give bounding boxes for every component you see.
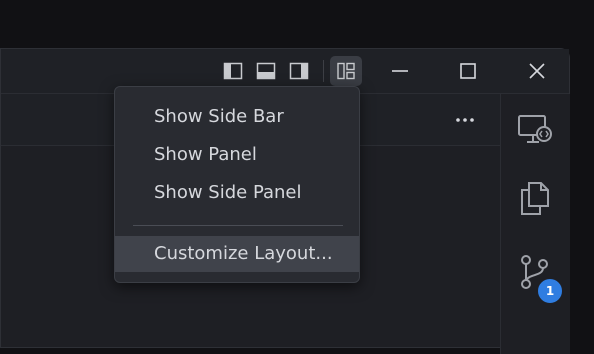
toggle-primary-sidebar-icon[interactable] — [222, 60, 244, 82]
title-bar-separator — [323, 60, 324, 82]
customize-layout-icon[interactable] — [330, 56, 362, 86]
customize-layout-menu: Show Side Bar Show Panel Show Side Panel… — [114, 86, 360, 283]
remote-explorer-icon[interactable] — [517, 112, 553, 148]
more-actions-icon[interactable] — [454, 112, 476, 128]
explorer-files-icon[interactable] — [517, 180, 553, 216]
activity-bar: 1 — [500, 94, 570, 354]
close-icon[interactable] — [527, 61, 547, 81]
source-control-badge: 1 — [536, 277, 564, 305]
menu-item-show-side-panel[interactable]: Show Side Panel — [115, 175, 359, 211]
menu-item-show-side-bar[interactable]: Show Side Bar — [115, 99, 359, 135]
minimize-icon[interactable] — [390, 61, 410, 81]
menu-item-show-panel[interactable]: Show Panel — [115, 137, 359, 173]
maximize-icon[interactable] — [458, 61, 478, 81]
menu-item-customize-layout[interactable]: Customize Layout... — [115, 236, 359, 272]
menu-separator — [133, 225, 343, 226]
toggle-panel-icon[interactable] — [255, 60, 277, 82]
toggle-secondary-sidebar-icon[interactable] — [288, 60, 310, 82]
